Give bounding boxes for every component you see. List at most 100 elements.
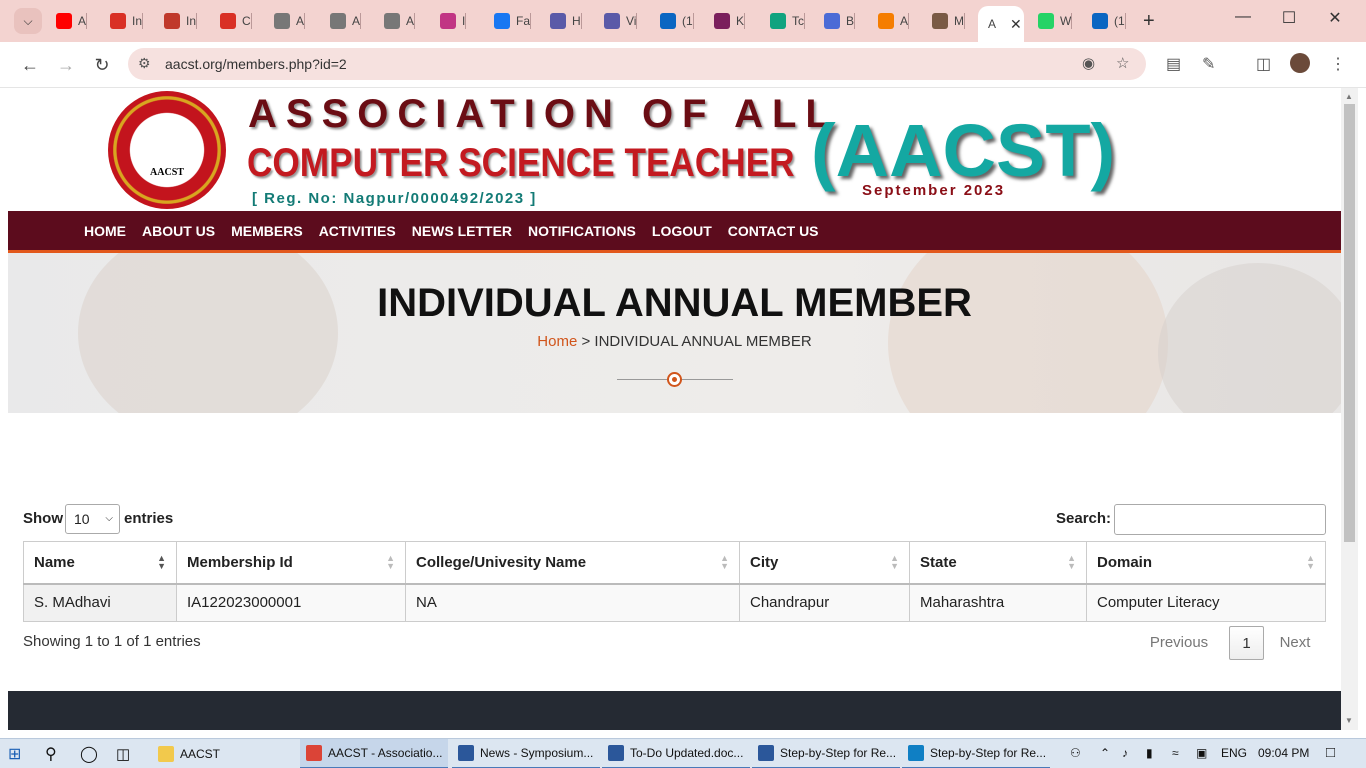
taskbar-app[interactable]: Step-by-Step for Re...: [902, 739, 1050, 768]
minimize-button[interactable]: —: [1220, 8, 1266, 26]
taskbar-app[interactable]: Step-by-Step for Re...: [752, 739, 900, 768]
chevron-up-icon[interactable]: ⌃: [1100, 746, 1110, 760]
browser-tab[interactable]: A: [326, 8, 362, 34]
browser-tab[interactable]: I: [436, 8, 467, 34]
search-input[interactable]: [1114, 504, 1326, 535]
breadcrumb-home-link[interactable]: Home: [537, 333, 577, 350]
taskbar-app[interactable]: AACST - Associatio...: [300, 739, 448, 768]
browser-tab[interactable]: A: [270, 8, 306, 34]
taskbar-app[interactable]: To-Do Updated.doc...: [602, 739, 750, 768]
nav-about-us[interactable]: ABOUT US: [142, 223, 215, 239]
search-icon[interactable]: ⚲: [45, 739, 67, 768]
browser-tab[interactable]: In: [106, 8, 144, 34]
column-header-label: City: [750, 553, 779, 571]
bookmark-star-icon[interactable]: ☆: [1116, 54, 1129, 72]
tab-search-button[interactable]: ⌵: [14, 8, 42, 34]
people-icon[interactable]: ⚇: [1070, 746, 1081, 760]
previous-page-button[interactable]: Previous: [1144, 626, 1214, 660]
page-scrollbar[interactable]: ▲ ▼: [1341, 88, 1358, 730]
tab-separator: [964, 13, 965, 29]
browser-tab[interactable]: M: [928, 8, 965, 34]
browser-tab[interactable]: Fa: [490, 8, 532, 34]
cortana-icon[interactable]: ◯: [80, 739, 102, 768]
browser-tab[interactable]: C: [216, 8, 252, 34]
browser-tab[interactable]: (1: [656, 8, 694, 34]
page-banner: INDIVIDUAL ANNUAL MEMBER Home > INDIVIDU…: [8, 253, 1341, 413]
nav-notifications[interactable]: NOTIFICATIONS: [528, 223, 636, 239]
sort-icon: ▲ ▼: [720, 553, 729, 571]
browser-tab[interactable]: (1: [1088, 8, 1126, 34]
folder-icon: [158, 746, 174, 762]
nav-activities[interactable]: ACTIVITIES: [319, 223, 396, 239]
browser-tab[interactable]: K: [710, 8, 746, 34]
column-header-city[interactable]: City ▲ ▼: [739, 541, 910, 585]
language-indicator[interactable]: ENG: [1221, 746, 1247, 760]
scroll-down-icon[interactable]: ▼: [1345, 716, 1353, 725]
site-info-icon[interactable]: ⚙: [138, 55, 151, 72]
table-info: Showing 1 to 1 of 1 entries: [23, 633, 201, 650]
browser-tab[interactable]: H: [546, 8, 582, 34]
chevron-down-icon: ⌵: [23, 13, 33, 28]
column-header-membership-id[interactable]: Membership Id ▲ ▼: [176, 541, 406, 585]
sort-icon: ▲ ▼: [1306, 553, 1315, 571]
clock[interactable]: 09:04 PM: [1258, 746, 1309, 760]
forward-button[interactable]: →: [54, 53, 78, 77]
tab-title: A: [988, 17, 997, 31]
nav-contact-us[interactable]: CONTACT US: [728, 223, 819, 239]
column-header-label: Domain: [1097, 553, 1153, 571]
taskbar-app[interactable]: AACST: [152, 739, 292, 768]
page-1-button[interactable]: 1: [1229, 626, 1264, 660]
browser-tab[interactable]: W: [1034, 8, 1073, 34]
menu-icon[interactable]: ⋮: [1330, 54, 1346, 74]
back-button[interactable]: ←: [18, 53, 42, 77]
task-view-icon[interactable]: ◫: [116, 739, 138, 768]
maximize-button[interactable]: ☐: [1266, 8, 1312, 28]
start-windows-icon[interactable]: ⊞: [8, 739, 30, 768]
new-tab-button[interactable]: +: [1143, 10, 1155, 33]
nav-home[interactable]: HOME: [84, 223, 126, 239]
url-text[interactable]: aacst.org/members.php?id=2: [165, 56, 347, 72]
wifi-icon[interactable]: ≈: [1172, 746, 1179, 760]
scrollbar-thumb[interactable]: [1344, 104, 1355, 542]
browser-tab[interactable]: Tc: [766, 8, 805, 34]
tab-separator: [142, 13, 144, 29]
browser-tab[interactable]: Vi: [600, 8, 638, 34]
browser-tab[interactable]: A: [380, 8, 416, 34]
linkedin-icon: [660, 13, 676, 29]
column-header-name[interactable]: Name ▲ ▼: [23, 541, 177, 585]
scroll-up-icon[interactable]: ▲: [1345, 92, 1353, 101]
side-panel-icon[interactable]: ◫: [1256, 54, 1271, 74]
reload-button[interactable]: ↻: [90, 53, 114, 77]
sparkle-icon: [824, 13, 840, 29]
column-header-domain[interactable]: Domain ▲ ▼: [1086, 541, 1326, 585]
nav-news-letter[interactable]: NEWS LETTER: [412, 223, 512, 239]
chatgpt-icon: [770, 13, 786, 29]
browser-tab[interactable]: In: [160, 8, 198, 34]
extensions-icon[interactable]: ✎: [1202, 54, 1215, 74]
eye-off-icon[interactable]: ◉: [1082, 54, 1095, 72]
nav-members[interactable]: MEMBERS: [231, 223, 303, 239]
next-page-button[interactable]: Next: [1270, 626, 1320, 660]
notifications-icon[interactable]: □: [1326, 744, 1335, 761]
entries-length-select[interactable]: 10 ⌵: [65, 504, 120, 534]
close-tab-icon[interactable]: ✕: [1010, 16, 1022, 33]
column-header-college[interactable]: College/Univesity Name ▲ ▼: [405, 541, 740, 585]
volume-icon[interactable]: ♪: [1122, 746, 1128, 760]
address-bar[interactable]: ⚙ aacst.org/members.php?id=2 ◉ ☆: [128, 48, 1146, 80]
divider-dot-icon: [667, 372, 682, 387]
profile-avatar[interactable]: [1290, 53, 1310, 73]
taskbar-app[interactable]: News - Symposium...: [452, 739, 600, 768]
instagram-icon: [440, 13, 456, 29]
browser-tab[interactable]: A ✕: [978, 6, 1024, 42]
browser-tab[interactable]: A: [874, 8, 910, 34]
reading-list-icon[interactable]: ▤: [1166, 54, 1181, 74]
browser-tab[interactable]: B: [820, 8, 856, 34]
column-header-state[interactable]: State ▲ ▼: [909, 541, 1087, 585]
display-icon[interactable]: ▣: [1196, 746, 1207, 760]
browser-tab[interactable]: A: [52, 8, 88, 34]
battery-icon[interactable]: ▮: [1146, 746, 1153, 760]
tab-title: A: [78, 14, 87, 28]
close-window-button[interactable]: ✕: [1312, 8, 1358, 28]
whatsapp-icon: [1038, 13, 1054, 29]
nav-logout[interactable]: LOGOUT: [652, 223, 712, 239]
